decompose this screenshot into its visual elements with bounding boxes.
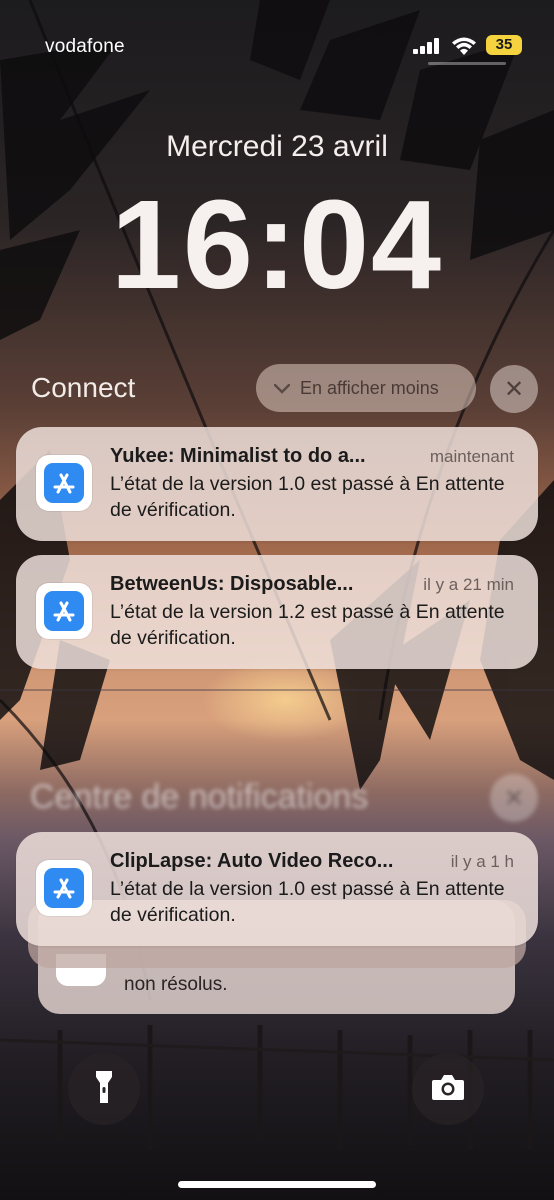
lock-date: Mercredi 23 avril — [166, 130, 388, 163]
notification-body: L’état de la version 1.0 est passé à En … — [110, 473, 505, 521]
lock-clock: 16:04 — [110, 174, 444, 315]
stacked-notification-text: non résolus. — [124, 974, 228, 995]
app-store-icon — [36, 860, 92, 916]
clear-group-button[interactable]: ✕ — [490, 365, 538, 413]
notification-body: L’état de la version 1.0 est passé à En … — [110, 878, 505, 926]
camera-button[interactable] — [412, 1053, 484, 1125]
status-underline — [428, 62, 506, 65]
battery-indicator: 35 — [486, 35, 522, 55]
notification-center-title: Centre de notifications — [30, 778, 369, 816]
flashlight-button[interactable] — [68, 1053, 140, 1125]
camera-icon — [431, 1073, 465, 1106]
close-icon: ✕ — [503, 784, 525, 812]
notification-time: il y a 1 h — [450, 852, 514, 871]
status-bar: vodafone 35 — [0, 34, 554, 58]
app-store-icon — [36, 583, 92, 639]
flashlight-icon — [94, 1069, 114, 1110]
notification-title: Yukee: Minimalist to do a... — [110, 445, 366, 467]
carrier-name: vodafone — [45, 36, 125, 57]
app-store-icon — [36, 455, 92, 511]
show-less-button[interactable]: En afficher moins — [256, 364, 476, 412]
wifi-icon — [451, 36, 477, 61]
stacked-notification-top[interactable]: ClipLapse: Auto Video Reco... il y a 1 h… — [16, 832, 538, 946]
show-less-label: En afficher moins — [300, 377, 439, 398]
notification-card[interactable]: Yukee: Minimalist to do a... maintenant … — [16, 427, 538, 541]
cellular-signal-icon — [413, 38, 441, 59]
notification-group-title: Connect — [31, 372, 136, 403]
notification-title: BetweenUs: Disposable... — [110, 573, 354, 595]
notification-title: ClipLapse: Auto Video Reco... — [110, 850, 394, 872]
close-icon: ✕ — [503, 375, 525, 403]
notification-time: il y a 21 min — [423, 575, 514, 594]
notification-body: L’état de la version 1.2 est passé à En … — [110, 601, 505, 649]
notification-center-close-button[interactable]: ✕ — [490, 774, 538, 822]
notification-card[interactable]: BetweenUs: Disposable... il y a 21 min L… — [16, 555, 538, 669]
chevron-down-icon — [273, 378, 291, 399]
notification-time: maintenant — [429, 447, 514, 466]
home-indicator[interactable] — [178, 1181, 376, 1188]
